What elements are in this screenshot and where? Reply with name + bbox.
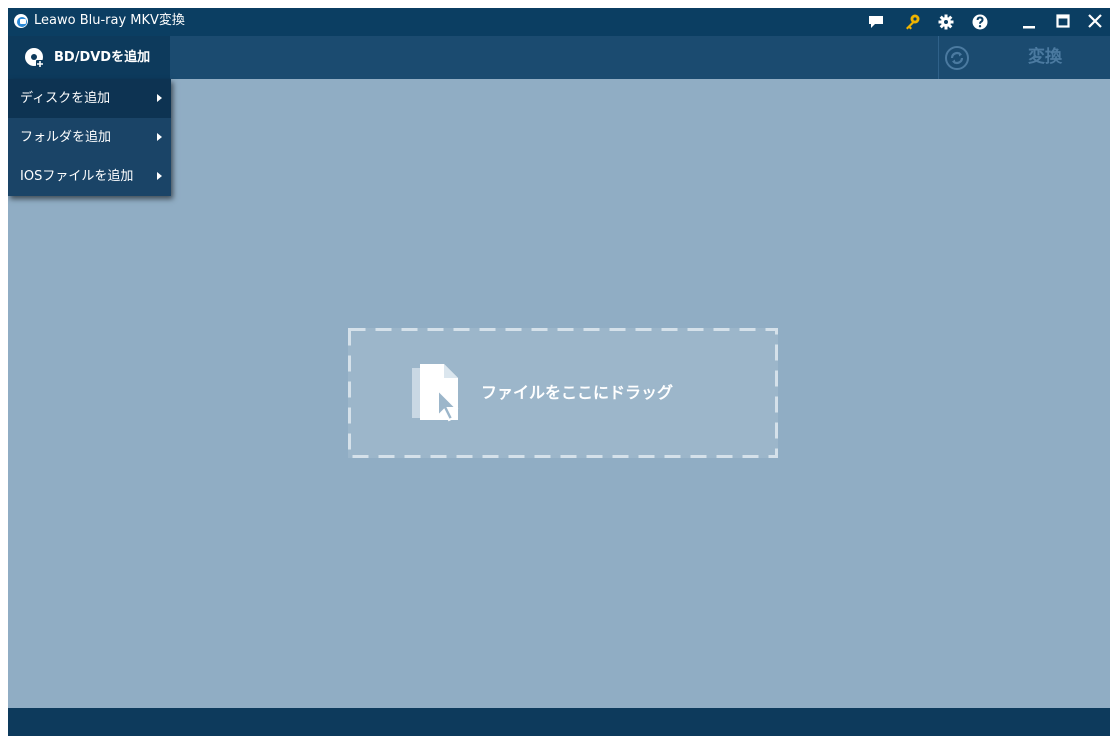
- menu-item-label: ディスクを追加: [20, 91, 111, 106]
- menu-item-label: IOSファイルを追加: [20, 169, 134, 184]
- convert-icon[interactable]: [944, 45, 970, 71]
- close-icon[interactable]: [1080, 8, 1110, 36]
- convert-button[interactable]: 変換: [1028, 36, 1062, 79]
- file-drop-zone[interactable]: ファイルをここにドラッグ: [348, 328, 778, 458]
- toolbar-divider: [938, 36, 939, 79]
- menu-item-label: フォルダを追加: [20, 130, 112, 145]
- submenu-arrow-icon: [157, 172, 162, 180]
- drop-zone-text: ファイルをここにドラッグ: [481, 383, 674, 402]
- maximize-icon[interactable]: [1048, 8, 1078, 36]
- status-bar: [8, 708, 1110, 736]
- title-bar[interactable]: Leawo Blu-ray MKV変換: [8, 8, 1110, 36]
- menu-item-add-ios-file[interactable]: IOSファイルを追加: [8, 157, 171, 196]
- minimize-icon[interactable]: [1014, 8, 1044, 36]
- menu-item-add-disc[interactable]: ディスクを追加: [8, 79, 171, 118]
- window-title: Leawo Blu-ray MKV変換: [34, 13, 185, 28]
- app-logo-icon: [14, 14, 28, 28]
- toolbar: BD/DVDを追加 変換: [8, 36, 1110, 79]
- disc-add-icon: [24, 47, 44, 68]
- key-icon[interactable]: [902, 12, 922, 32]
- feedback-icon[interactable]: [866, 12, 886, 32]
- submenu-arrow-icon: [157, 94, 162, 102]
- add-bd-dvd-button[interactable]: BD/DVDを追加: [8, 36, 170, 79]
- file-drag-icon: [412, 364, 466, 424]
- app-window: Leawo Blu-ray MKV変換 BD/DVDを追加 変換 ディスクを追加…: [8, 8, 1110, 736]
- submenu-arrow-icon: [157, 133, 162, 141]
- gear-icon[interactable]: [936, 12, 956, 32]
- add-bd-dvd-label: BD/DVDを追加: [54, 50, 151, 65]
- menu-item-add-folder[interactable]: フォルダを追加: [8, 118, 171, 157]
- help-icon[interactable]: [970, 12, 990, 32]
- add-source-menu: ディスクを追加 フォルダを追加 IOSファイルを追加: [8, 79, 171, 196]
